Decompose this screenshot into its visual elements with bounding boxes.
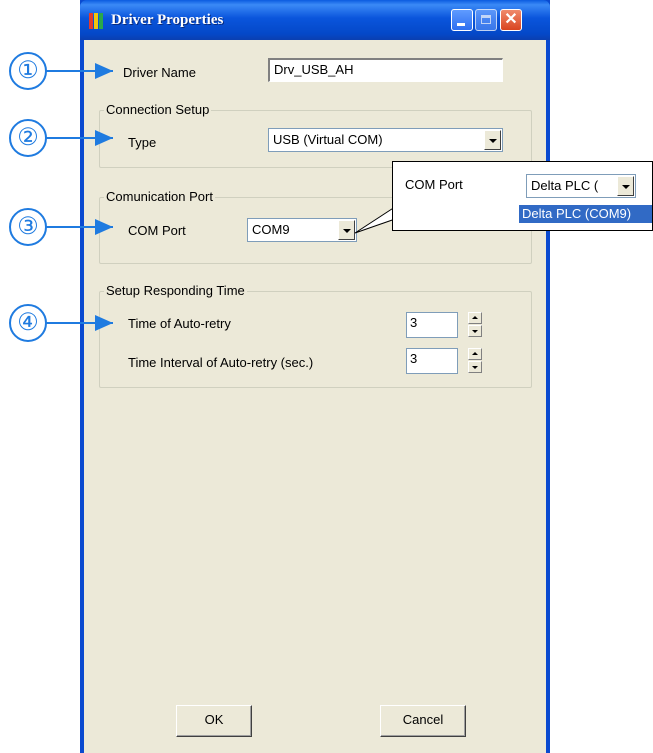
com-port-dropdown-arrow[interactable]: [338, 220, 355, 240]
arrow-down-icon: [472, 330, 478, 333]
driver-name-label: Driver Name: [123, 65, 196, 80]
connection-setup-title: Connection Setup: [104, 102, 212, 117]
spin-up-button[interactable]: [468, 312, 482, 324]
window-title: Driver Properties: [111, 12, 224, 28]
spin-down-button[interactable]: [468, 325, 482, 337]
type-label: Type: [128, 135, 157, 150]
zoom-com-port-label: COM Port: [405, 177, 463, 192]
auto-retry-label: Time of Auto-retry: [128, 316, 231, 331]
arrow-up-icon: [472, 316, 478, 319]
chevron-down-icon: [622, 185, 630, 189]
ok-button[interactable]: OK: [176, 705, 252, 737]
com-port-value: COM9: [252, 222, 290, 237]
responding-time-title: Setup Responding Time: [104, 283, 247, 298]
spin-up-button[interactable]: [468, 348, 482, 360]
com-port-combobox[interactable]: COM9: [247, 218, 357, 242]
auto-retry-interval-spinner[interactable]: [468, 348, 482, 374]
driver-name-input[interactable]: Drv_USB_AH: [268, 58, 503, 82]
chevron-down-icon: [343, 229, 351, 233]
driver-properties-window: Driver Properties ✕ Driver Name Drv_USB_…: [80, 0, 550, 753]
callout-4: ④: [9, 304, 47, 342]
zoomed-com-port-popup: COM Port Delta PLC ( Delta PLC (COM9): [392, 161, 653, 231]
arrow-up-icon: [472, 352, 478, 355]
maximize-icon: [481, 15, 491, 24]
type-dropdown-arrow[interactable]: [484, 130, 501, 150]
callout-3: ③: [9, 208, 47, 246]
minimize-button[interactable]: [451, 9, 473, 31]
com-port-label: COM Port: [128, 223, 186, 238]
arrow-down-icon: [472, 366, 478, 369]
dropdown-option-delta-plc[interactable]: Delta PLC (COM9): [519, 205, 652, 223]
close-button[interactable]: ✕: [500, 9, 522, 31]
type-combobox[interactable]: USB (Virtual COM): [268, 128, 503, 152]
zoom-com-port-combobox[interactable]: Delta PLC (: [526, 174, 636, 198]
callout-2: ②: [9, 119, 47, 157]
zoom-dropdown-arrow[interactable]: [617, 176, 634, 196]
cancel-button[interactable]: Cancel: [380, 705, 466, 737]
close-icon: ✕: [504, 11, 518, 28]
spin-down-button[interactable]: [468, 361, 482, 373]
auto-retry-spinner[interactable]: [468, 312, 482, 338]
type-value: USB (Virtual COM): [273, 132, 383, 147]
app-icon: [89, 13, 105, 29]
maximize-button[interactable]: [475, 9, 497, 31]
callout-1: ①: [9, 52, 47, 90]
dialog-body: Driver Name Drv_USB_AH Connection Setup …: [84, 40, 546, 753]
auto-retry-interval-label: Time Interval of Auto-retry (sec.): [128, 355, 314, 370]
zoom-com-port-value: Delta PLC (: [531, 178, 599, 193]
chevron-down-icon: [489, 139, 497, 143]
communication-port-title: Comunication Port: [104, 189, 215, 204]
auto-retry-interval-input[interactable]: 3: [406, 348, 458, 374]
minimize-icon: [457, 23, 465, 26]
title-bar[interactable]: Driver Properties ✕: [80, 0, 550, 40]
auto-retry-input[interactable]: 3: [406, 312, 458, 338]
